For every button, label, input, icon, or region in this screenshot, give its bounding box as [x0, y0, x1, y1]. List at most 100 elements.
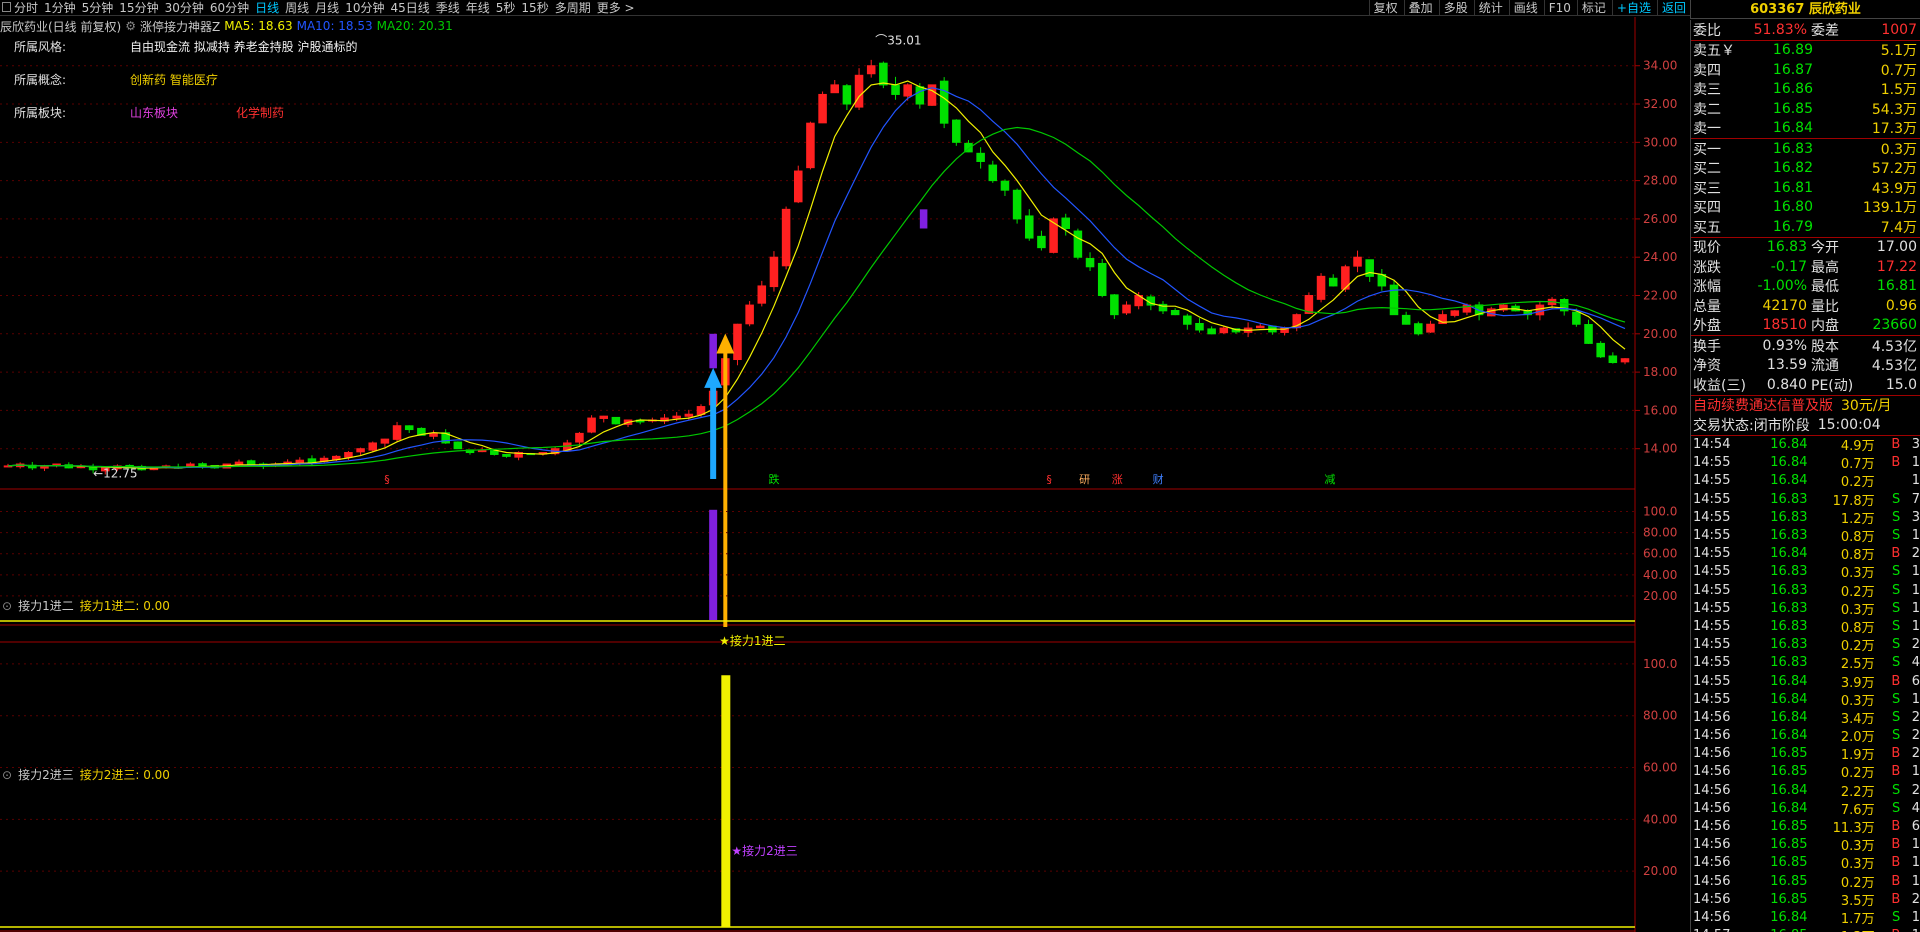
- period-tab[interactable]: 5分钟: [82, 0, 114, 16]
- period-tab[interactable]: 45日线: [390, 0, 429, 16]
- period-tab[interactable]: 60分钟: [210, 0, 249, 16]
- panel1-name[interactable]: 接力1进二: [18, 597, 74, 614]
- tick-bs: S: [1891, 909, 1901, 925]
- property-value[interactable]: 化学制药: [236, 104, 284, 121]
- period-tab[interactable]: 日线: [255, 0, 279, 16]
- tick-row[interactable]: 14:55 16.83 0.2万 S 1: [1691, 581, 1920, 600]
- tick-row[interactable]: 14:55 16.84 3.9万 B 6: [1691, 672, 1920, 691]
- buy-orders: 买一 16.83 0.3万 买二 16.82 57.2万 买三 16.81 43.9万 买四 16.…: [1691, 139, 1920, 237]
- period-tab[interactable]: 1分钟: [44, 0, 76, 16]
- period-tab[interactable]: 季线: [436, 0, 460, 16]
- sells-row[interactable]: 卖一 16.84 17.3万: [1691, 119, 1920, 139]
- sells-row[interactable]: 卖四 16.87 0.7万: [1691, 60, 1920, 80]
- tick-bs: B: [1891, 455, 1901, 471]
- candle-body: [429, 432, 438, 437]
- ad-banner[interactable]: 自动续费通达信普及版 30元/月: [1691, 396, 1920, 416]
- buys-row[interactable]: 买三 16.81 43.9万: [1691, 178, 1920, 198]
- period-tab[interactable]: 10分钟: [345, 0, 384, 16]
- tick-row[interactable]: 14:55 16.83 0.8万 S 1: [1691, 617, 1920, 636]
- tick-row[interactable]: 14:56 16.84 2.2万 S 2: [1691, 781, 1920, 800]
- tick-v: 0.3万: [1840, 693, 1875, 709]
- tick-row[interactable]: 14:56 16.84 1.7万 S 1: [1691, 908, 1920, 927]
- tick-row[interactable]: 14:56 16.84 7.6万 S 4: [1691, 799, 1920, 818]
- buys-row[interactable]: 买五 16.79 7.4万: [1691, 217, 1920, 237]
- period-tab[interactable]: 周线: [285, 0, 309, 16]
- tool-button[interactable]: 统计: [1473, 0, 1507, 16]
- stat-value: 23660: [1872, 317, 1917, 334]
- tick-row[interactable]: 14:56 16.85 11.3万 B 6: [1691, 817, 1920, 836]
- collapse-icon[interactable]: ⊙: [2, 599, 12, 613]
- candle-body: [1219, 327, 1229, 334]
- period-tab[interactable]: 15秒: [521, 0, 548, 16]
- weicha-value: 1007: [1881, 21, 1917, 38]
- panel2-name[interactable]: 接力2进三: [18, 766, 74, 783]
- buys-volume: 0.3万: [1880, 141, 1917, 158]
- property-value[interactable]: 山东板块: [130, 104, 178, 121]
- period-tab[interactable]: 更多 >: [597, 0, 635, 16]
- tick-v: 2.0万: [1840, 730, 1875, 746]
- sells-row[interactable]: 卖五￥ 16.89 5.1万: [1691, 41, 1920, 61]
- tool-button[interactable]: 标记: [1576, 0, 1610, 16]
- tick-row[interactable]: 14:56 16.85 0.3万 B 1: [1691, 854, 1920, 872]
- buys-row[interactable]: 买二 16.82 57.2万: [1691, 159, 1920, 179]
- tool-button[interactable]: 叠加: [1403, 0, 1437, 16]
- tool-button[interactable]: 多股: [1438, 0, 1472, 16]
- tick-list[interactable]: 14:54 16.84 4.9万 B 3 14:55 16.84 0.7万 B 1 14:55 16.…: [1691, 436, 1920, 932]
- stock-header: 603367 辰欣药业: [1690, 0, 1920, 19]
- period-tab[interactable]: 月线: [315, 0, 339, 16]
- panel2-signal-bar: [721, 675, 731, 927]
- tick-row[interactable]: 14:55 16.83 2.5万 S 4: [1691, 654, 1920, 672]
- property-value[interactable]: 创新药 智能医疗: [130, 71, 218, 88]
- formula-name[interactable]: 涨停接力神器Z: [140, 18, 220, 35]
- tick-row[interactable]: 14:55 16.84 0.3万 S 1: [1691, 690, 1920, 709]
- stat-value: 4.53亿: [1871, 358, 1917, 375]
- tick-row[interactable]: 14:56 16.84 3.4万 S 2: [1691, 708, 1920, 727]
- kline-chart[interactable]: 34.00 32.00 30.00 28.00 26.00 24.00 22.00 20.00…: [0, 17, 1690, 932]
- tick-v: 2.5万: [1840, 657, 1875, 673]
- period-tab[interactable]: 分时: [14, 0, 38, 16]
- tick-row[interactable]: 14:55 16.83 0.3万 S 1: [1691, 599, 1920, 618]
- tick-row[interactable]: 14:55 16.84 0.2万 1: [1691, 472, 1920, 490]
- tick-row[interactable]: 14:55 16.83 1.2万 S 3: [1691, 508, 1920, 527]
- tool-button[interactable]: 画线: [1508, 0, 1542, 16]
- tool-button[interactable]: +自选: [1611, 0, 1655, 16]
- tick-row[interactable]: 14:56 16.85 0.2万 B 1: [1691, 763, 1920, 781]
- menu-grip-icon[interactable]: [2, 2, 11, 12]
- settings-gear-icon[interactable]: ⚙: [125, 19, 136, 33]
- tick-p: 16.83: [1770, 564, 1808, 580]
- tick-row[interactable]: 14:56 16.84 2.0万 S 2: [1691, 727, 1920, 745]
- period-tab[interactable]: 30分钟: [165, 0, 204, 16]
- tick-row[interactable]: 14:55 16.84 0.7万 B 1: [1691, 454, 1920, 472]
- tick-row[interactable]: 14:55 16.83 0.2万 S 2: [1691, 636, 1920, 654]
- stat-value: 18510: [1762, 317, 1807, 334]
- collapse-icon[interactable]: ⊙: [2, 768, 12, 782]
- tool-button[interactable]: 返回: [1656, 0, 1690, 16]
- tick-row[interactable]: 14:56 16.85 0.3万 B 1: [1691, 836, 1920, 854]
- property-value[interactable]: 自由现金流 拟减持 养老金持股 沪股通标的: [130, 38, 357, 55]
- candle-body: [1110, 294, 1119, 316]
- chart-area[interactable]: 34.00 32.00 30.00 28.00 26.00 24.00 22.00 20.00…: [0, 17, 1677, 932]
- tick-row[interactable]: 14:54 16.84 4.9万 B 3: [1691, 436, 1920, 454]
- sells-price: 16.89: [1772, 42, 1813, 59]
- buys-row[interactable]: 买一 16.83 0.3万: [1691, 139, 1920, 159]
- tick-row[interactable]: 14:55 16.83 17.8万 S 7: [1691, 490, 1920, 509]
- candle-body: [818, 93, 827, 124]
- tick-bs: S: [1891, 637, 1901, 653]
- period-tab[interactable]: 5秒: [496, 0, 516, 16]
- tick-row[interactable]: 14:55 16.84 0.8万 B 2: [1691, 545, 1920, 563]
- tick-row[interactable]: 14:55 16.83 0.3万 S 1: [1691, 563, 1920, 581]
- period-tab[interactable]: 多周期: [555, 0, 591, 16]
- tool-button[interactable]: F10: [1543, 0, 1575, 16]
- sells-row[interactable]: 卖二 16.85 54.3万: [1691, 99, 1920, 119]
- stat-value: -0.17: [1770, 258, 1807, 275]
- tick-row[interactable]: 14:56 16.85 3.5万 B 2: [1691, 890, 1920, 909]
- tick-row[interactable]: 14:56 16.85 0.2万 B 1: [1691, 872, 1920, 891]
- sells-row[interactable]: 卖三 16.86 1.5万: [1691, 80, 1920, 100]
- tick-row[interactable]: 14:56 16.85 1.9万 B 2: [1691, 745, 1920, 763]
- tool-button[interactable]: 复权: [1368, 0, 1402, 16]
- period-tab[interactable]: 年线: [466, 0, 490, 16]
- tick-row[interactable]: 14:5716.851.3万B1: [1691, 927, 1920, 932]
- period-tab[interactable]: 15分钟: [119, 0, 158, 16]
- buys-row[interactable]: 买四 16.80 139.1万: [1691, 198, 1920, 218]
- tick-row[interactable]: 14:55 16.83 0.8万 S 1: [1691, 526, 1920, 545]
